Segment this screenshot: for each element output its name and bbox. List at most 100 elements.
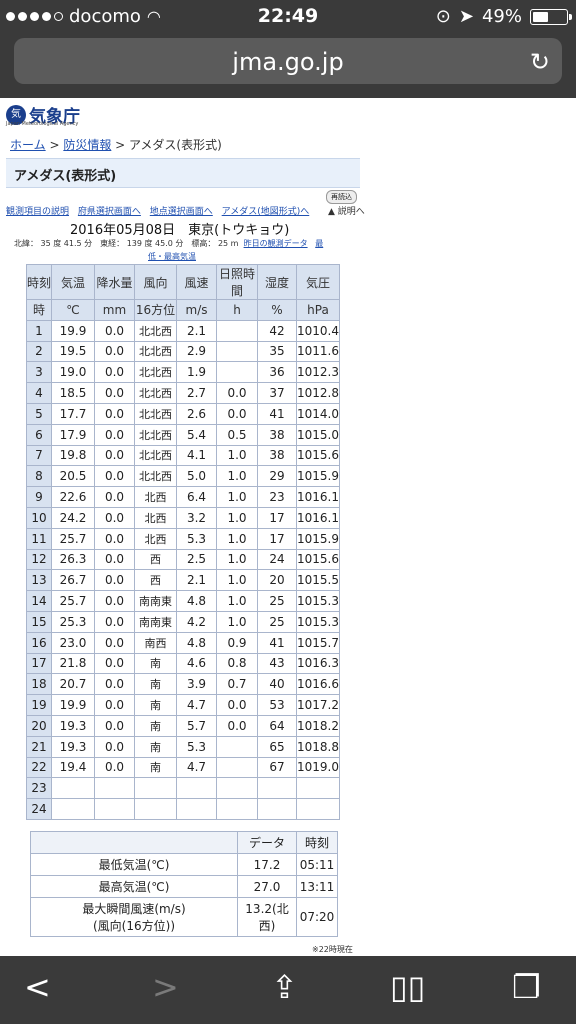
cell-wind-dir: 南 [134,673,177,696]
status-right: ⊙ ➤ 49% [436,6,572,27]
back-icon[interactable]: < [24,968,51,1006]
cell-precip: 0.0 [94,569,135,592]
cell-humidity: 37 [257,382,297,404]
cell-wind-speed: 4.7 [176,694,217,716]
cell-temp: 19.4 [51,756,95,779]
cell-pressure: 1015.5 [296,569,340,592]
cell-sunshine: 0.0 [216,694,258,716]
cell-wind-dir: 北北西 [134,402,177,425]
cell-wind-dir: 西 [134,548,177,571]
cell-sunshine: 0.8 [216,652,258,675]
cell-wind-speed: 3.2 [176,506,217,529]
cell-wind-dir: 北北西 [134,340,177,363]
cell-time: 5 [26,402,52,425]
cell-time: 6 [26,423,52,446]
minmax-link-part2[interactable]: 低・最高気温 [148,252,196,261]
cell-humidity: 36 [257,361,297,384]
tabs-icon[interactable]: ❐ [512,968,541,1006]
cell-sunshine: 1.0 [216,527,258,550]
header-pressure: 気圧 [296,264,340,300]
minmax-link-part1[interactable]: 最 [315,239,323,248]
table-row: 6 17.9 0.0 北北西 5.4 0.5 38 1015.0 [26,423,340,446]
cell-time: 1 [26,319,52,342]
cell-pressure: 1015.9 [296,465,340,488]
cell-temp: 19.3 [51,714,95,737]
cell-precip: 0.0 [94,652,135,675]
header-time: 時 [26,299,52,321]
cell-precip: 0.0 [94,714,135,737]
cell-sunshine: 1.0 [216,465,258,488]
cell-sunshine [216,798,258,820]
reload-button[interactable]: 再読込 [326,190,357,204]
cell-humidity: 17 [257,527,297,550]
cell-humidity: 20 [257,569,297,592]
cell-pressure: 1018.2 [296,714,340,737]
cell-sunshine [216,756,258,779]
browser-address-area: jma.go.jp ↻ [0,32,576,98]
link-item-description[interactable]: 観測項目の説明 [6,207,69,217]
link-station-select[interactable]: 地点選択画面へ [150,207,213,217]
cell-pressure: 1018.8 [296,735,340,758]
cell-wind-dir: 北西 [134,527,177,550]
cell-temp: 19.0 [51,361,95,384]
cell-wind-speed: 2.1 [176,319,217,342]
cell-precip: 0.0 [94,340,135,363]
cell-humidity: 42 [257,319,297,342]
cell-time: 2 [26,340,52,363]
breadcrumb-separator: > [45,138,64,152]
cell-wind-dir: 南 [134,652,177,675]
cell-wind-dir: 南 [134,756,177,779]
cell-time: 23 [26,777,52,800]
link-prefecture-select[interactable]: 府県選択画面へ [78,207,141,217]
table-row: 5 17.7 0.0 北北西 2.6 0.0 41 1014.0 [26,402,340,425]
cell-precip: 0.0 [94,423,135,446]
cell-precip: 0.0 [94,465,135,488]
cell-temp: 25.7 [51,590,95,612]
cell-pressure: 1012.3 [296,361,340,384]
cell-wind-dir: 北北西 [134,423,177,446]
header-pressure: hPa [296,299,340,321]
cell-temp: 17.9 [51,423,95,446]
help-link[interactable]: ▲ 説明へ [328,204,365,217]
cell-humidity: 24 [257,548,297,571]
forward-icon[interactable]: > [152,968,179,1006]
cell-wind-speed: 4.8 [176,590,217,612]
address-bar[interactable]: jma.go.jp ↻ [14,38,562,84]
cell-humidity: 64 [257,714,297,737]
cell-pressure: 1014.0 [296,402,340,425]
link-map-format[interactable]: アメダス(地図形式)へ [222,207,310,217]
summary-header-data: データ [237,831,297,854]
breadcrumb-home-link[interactable]: ホーム [10,138,46,152]
table-row: 12 26.3 0.0 西 2.5 1.0 24 1015.6 [26,548,340,571]
breadcrumb-disaster-link[interactable]: 防災情報 [63,138,111,152]
cell-sunshine: 1.0 [216,486,258,508]
table-row: 7 19.8 0.0 北北西 4.1 1.0 38 1015.6 [26,444,340,467]
cell-temp: 20.7 [51,673,95,696]
date-station: 2016年05月08日 東京(トウキョウ) [70,223,290,238]
header-humidity: % [257,299,297,321]
summary-label: 最大瞬間風速(m/s) (風向(16方位)) [30,897,238,937]
cell-temp: 20.5 [51,465,95,488]
cell-sunshine [216,777,258,800]
share-icon[interactable]: ⇪ [271,968,298,1006]
cell-precip: 0.0 [94,735,135,758]
cell-time: 22 [26,756,52,779]
table-row: 13 26.7 0.0 西 2.1 1.0 20 1015.5 [26,569,340,592]
summary-table: データ 時刻 最低気温(℃) 17.2 05:11 最高気温(℃) 27.0 1… [30,831,338,937]
cell-precip: 0.0 [94,548,135,571]
summary-label-line1: 最大瞬間風速(m/s) [82,902,186,916]
url-text: jma.go.jp [232,48,344,76]
cell-precip: 0.0 [94,402,135,425]
yesterday-data-link[interactable]: 昨日の観測データ [244,239,308,248]
summary-header-blank [30,831,238,854]
cell-wind-dir: 南 [134,735,177,758]
cell-humidity [257,798,297,820]
cell-precip [94,777,135,800]
cell-precip: 0.0 [94,361,135,384]
reload-icon[interactable]: ↻ [530,48,550,76]
bookmarks-icon[interactable]: ▯▯ [390,968,425,1006]
cell-temp: 17.7 [51,402,95,425]
cell-wind-dir: 北北西 [134,444,177,467]
cell-temp: 25.7 [51,527,95,550]
cell-sunshine [216,319,258,342]
